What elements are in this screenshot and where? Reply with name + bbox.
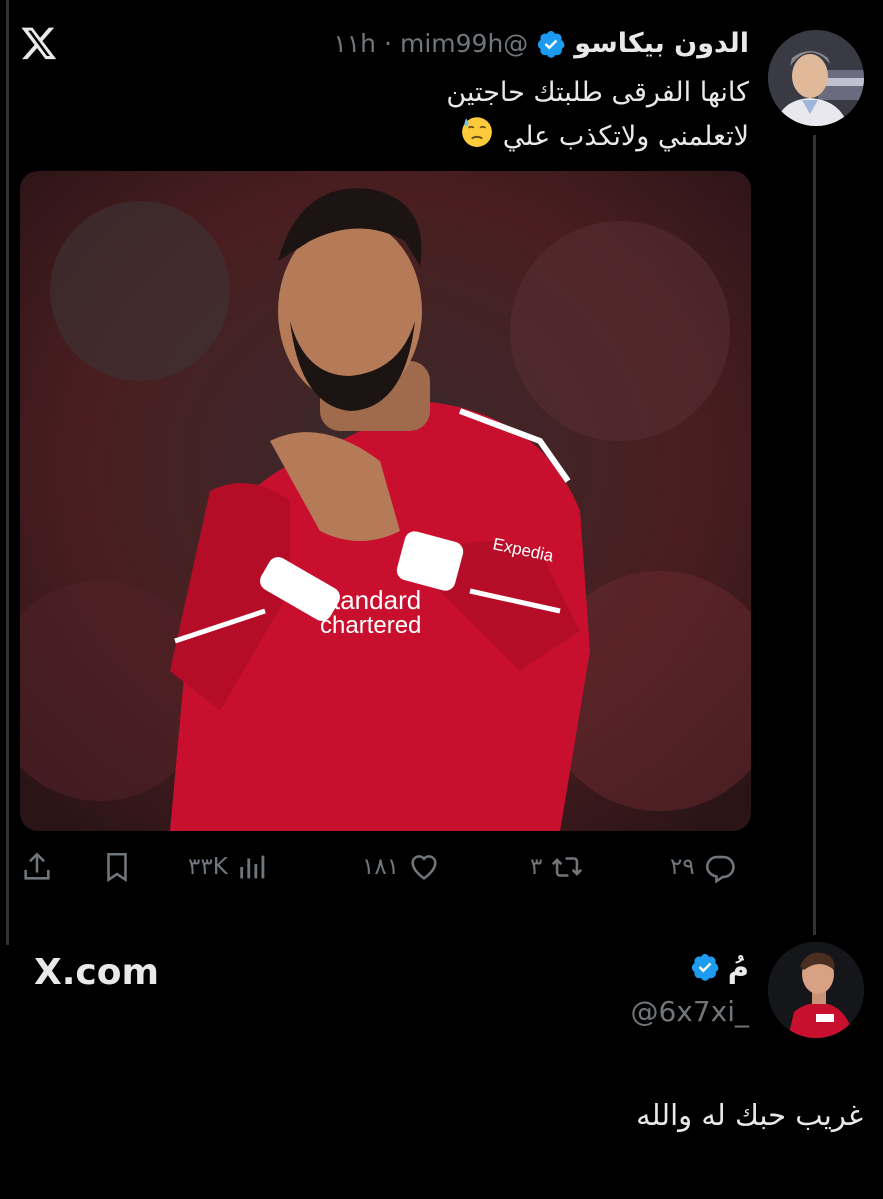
author-display-name[interactable]: الدون بيكاسو xyxy=(574,28,749,59)
x-com-watermark: X.com xyxy=(34,952,160,993)
bookmark-icon xyxy=(107,852,127,883)
replier-name-row: مُ xyxy=(690,950,749,984)
author-avatar[interactable] xyxy=(768,30,864,126)
heart-icon xyxy=(411,855,437,880)
repost-icon xyxy=(552,857,583,877)
tweet-line-2: لاتعلمني ولاتكذب علي xyxy=(502,121,749,152)
views-count: ٣٣K xyxy=(188,854,228,880)
reply-count: ٢٩ xyxy=(670,854,695,880)
tweet-header: الدون بيكاسو @mim99h · ١١h xyxy=(333,28,749,59)
repost-count: ٣ xyxy=(530,854,543,880)
like-button[interactable]: ١٨١ xyxy=(362,850,441,884)
right-thread-line xyxy=(813,135,816,935)
repost-button[interactable]: ٣ xyxy=(530,850,584,884)
tweet-media-image[interactable]: standard chartered Expedia xyxy=(20,171,751,831)
tweet-time[interactable]: ١١h xyxy=(333,29,376,58)
svg-text:chartered: chartered xyxy=(320,612,421,639)
reply-icon xyxy=(705,855,735,884)
reply-button[interactable]: ٢٩ xyxy=(670,850,737,884)
views-button[interactable]: ٣٣K xyxy=(188,850,270,884)
share-icon xyxy=(24,852,50,880)
left-thread-line xyxy=(6,0,9,945)
tweet-text: كانها الفرقى طلبتك حاجتين لاتعلمني ولاتك… xyxy=(189,72,749,161)
replier-handle[interactable]: @6x7xi_ xyxy=(630,995,749,1028)
like-count: ١٨١ xyxy=(362,854,400,880)
share-button[interactable] xyxy=(20,850,54,884)
tweet-line-1: كانها الفرقى طلبتك حاجتين xyxy=(446,77,749,108)
player-photo: standard chartered Expedia xyxy=(20,171,751,831)
verified-badge-icon xyxy=(691,954,719,981)
bookmark-button[interactable] xyxy=(100,850,134,884)
quote-comment: غريب حبك له والله xyxy=(636,1098,863,1132)
analytics-bars-icon xyxy=(240,855,265,879)
x-logo-icon[interactable] xyxy=(20,24,58,62)
meta-separator: · xyxy=(384,29,392,58)
author-handle[interactable]: @mim99h xyxy=(400,29,528,58)
replier-avatar[interactable] xyxy=(768,942,864,1038)
replier-display-name[interactable]: مُ xyxy=(728,950,749,984)
svg-text:standard: standard xyxy=(320,585,421,615)
downcast-face-with-sweat-icon xyxy=(460,114,494,161)
verified-badge-icon xyxy=(538,30,565,58)
